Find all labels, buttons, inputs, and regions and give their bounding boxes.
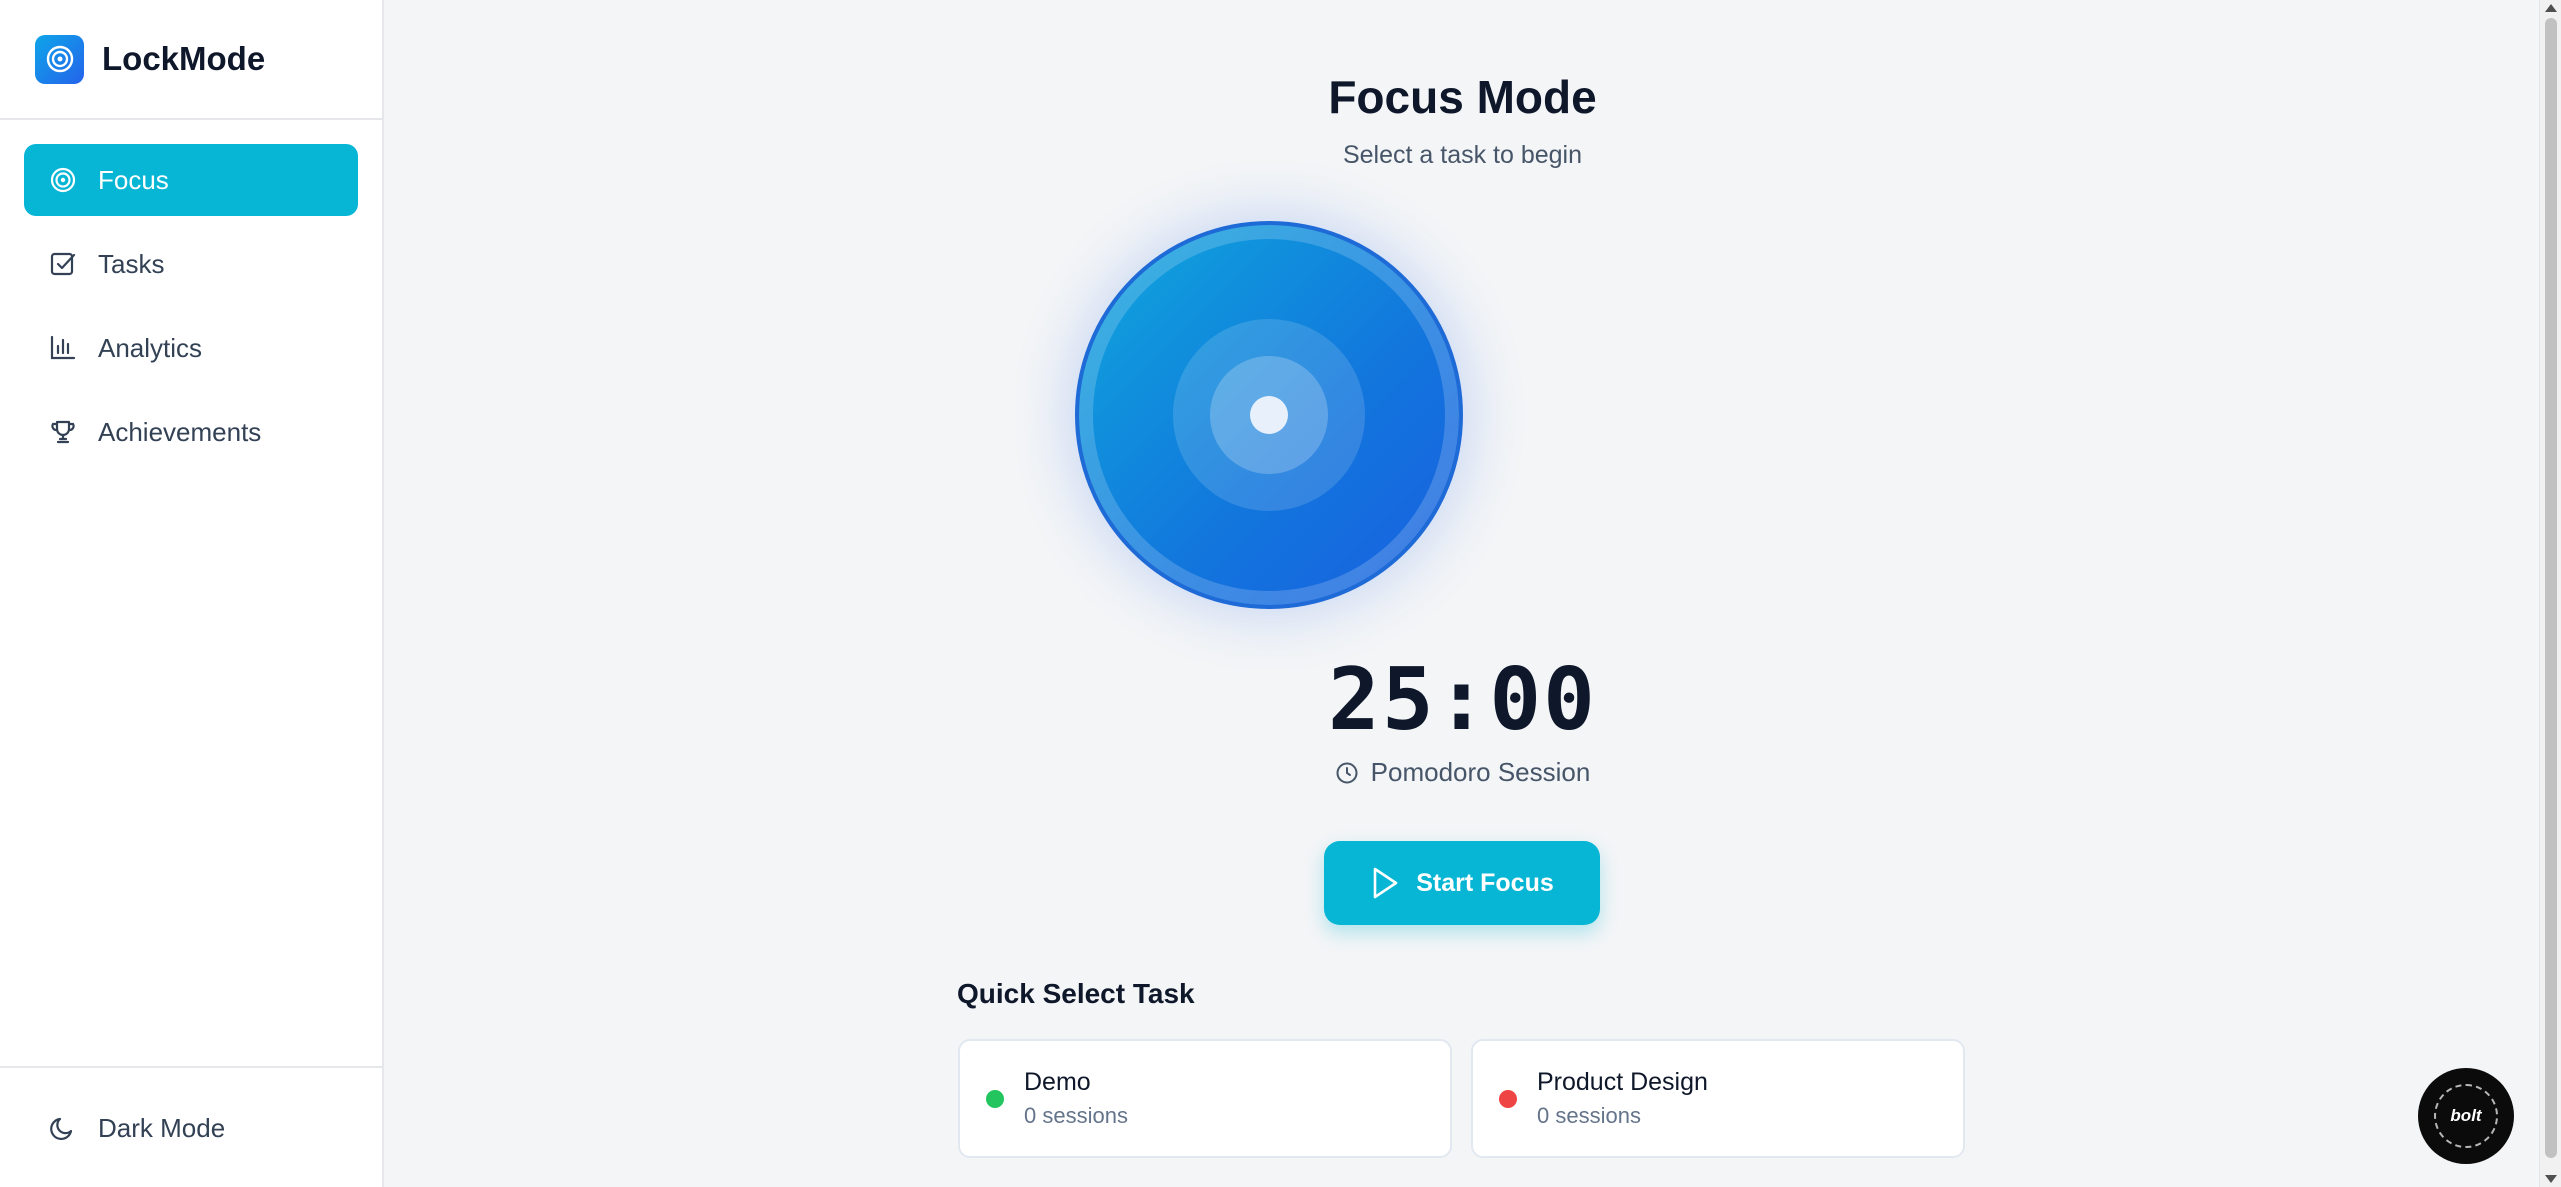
bolt-badge[interactable]: bolt [2418, 1068, 2514, 1164]
page-subtitle: Select a task to begin [1342, 141, 1583, 169]
start-focus-button[interactable]: Start Focus [1324, 841, 1600, 925]
scroll-up-arrow[interactable] [2545, 4, 2557, 12]
page-title: Focus Mode [1328, 71, 1597, 123]
main-content: Focus Mode Select a task to begin 25:00 … [386, 0, 2539, 1187]
sidebar-item-label: Focus [98, 164, 169, 195]
sidebar-item-label: Analytics [98, 332, 203, 363]
checkbox-icon [48, 249, 78, 279]
sidebar-item-achievements[interactable]: Achievements [24, 396, 358, 468]
brand: LockMode [0, 0, 382, 120]
app-name: LockMode [102, 40, 266, 77]
task-color-dot [1499, 1089, 1517, 1108]
sidebar-item-tasks[interactable]: Tasks [24, 228, 358, 300]
session-type: Pomodoro Session [386, 757, 2539, 788]
dark-mode-toggle[interactable]: Dark Mode [24, 1092, 358, 1164]
scroll-down-arrow[interactable] [2545, 1175, 2557, 1183]
bolt-badge-ring [2434, 1084, 2498, 1148]
sidebar-item-focus[interactable]: Focus [24, 144, 358, 216]
sidebar-nav: Focus Tasks Analytics Achievements [0, 120, 382, 468]
vertical-scrollbar[interactable] [2539, 0, 2561, 1187]
focus-orb-circle [1075, 221, 1463, 609]
sidebar-footer: Dark Mode [0, 1066, 382, 1187]
sidebar: LockMode Focus Tasks Analytics Achieveme… [0, 0, 384, 1187]
task-card-demo[interactable]: Demo 0 sessions [958, 1039, 1452, 1158]
task-sessions: 0 sessions [1024, 1103, 1128, 1128]
trophy-icon [48, 417, 78, 447]
target-icon [35, 34, 84, 84]
task-sessions: 0 sessions [1537, 1103, 1641, 1128]
quick-select-title: Quick Select Task [957, 978, 1195, 1009]
task-color-dot [986, 1089, 1004, 1108]
task-name: Demo [1024, 1068, 1091, 1096]
task-info: Product Design 0 sessions [1537, 1068, 1708, 1129]
task-card-product-design[interactable]: Product Design 0 sessions [1471, 1039, 1965, 1158]
dark-mode-label: Dark Mode [98, 1112, 226, 1143]
target-icon [48, 165, 78, 195]
task-name: Product Design [1537, 1068, 1708, 1096]
sidebar-item-label: Tasks [98, 248, 165, 279]
task-info: Demo 0 sessions [1024, 1068, 1128, 1129]
sidebar-item-analytics[interactable]: Analytics [24, 312, 358, 384]
clock-icon [1335, 761, 1359, 785]
session-label: Pomodoro Session [1370, 757, 1591, 787]
play-icon [1370, 866, 1400, 900]
focus-orb [1075, 221, 1463, 609]
orb-center-dot [1250, 396, 1288, 434]
bar-chart-icon [48, 333, 78, 363]
moon-icon [48, 1113, 78, 1143]
start-focus-label: Start Focus [1416, 868, 1554, 897]
scroll-thumb[interactable] [2545, 18, 2557, 1158]
timer-display: 25:00 [1328, 650, 1597, 750]
sidebar-item-label: Achievements [98, 416, 262, 447]
